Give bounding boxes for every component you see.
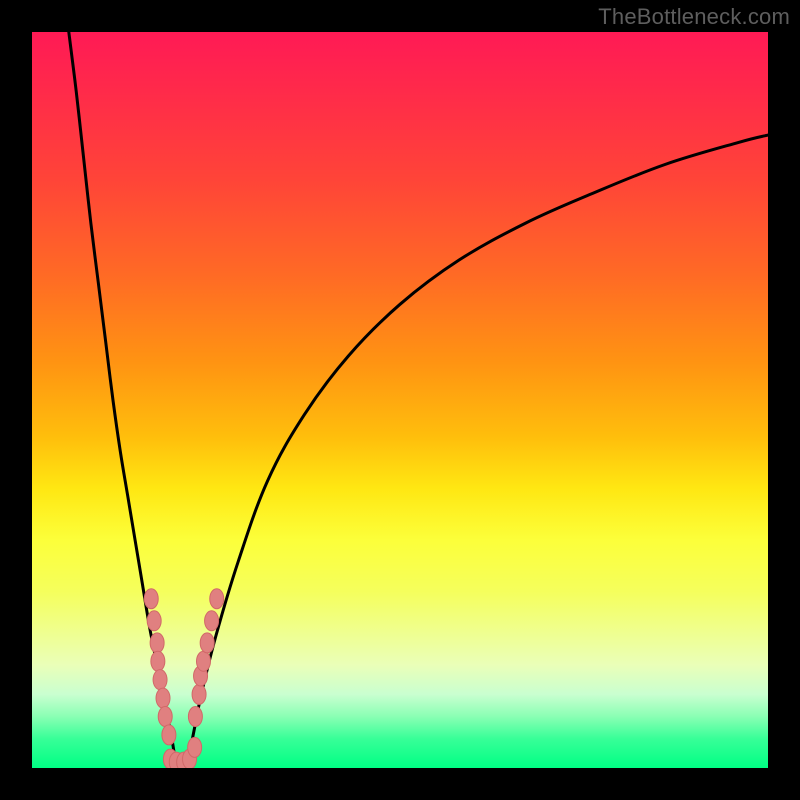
marker-right-cluster (188, 706, 202, 726)
marker-left-cluster (144, 589, 158, 609)
marker-valley-floor (188, 737, 202, 757)
chart-svg (32, 32, 768, 768)
marker-left-cluster (147, 611, 161, 631)
marker-left-cluster (162, 725, 176, 745)
marker-right-cluster (210, 589, 224, 609)
marker-left-cluster (156, 688, 170, 708)
watermark-label: TheBottleneck.com (598, 4, 790, 30)
marker-left-cluster (151, 651, 165, 671)
marker-left-cluster (153, 670, 167, 690)
marker-right-cluster (200, 633, 214, 653)
curve-group (69, 32, 768, 768)
markers-group (144, 589, 224, 768)
marker-left-cluster (158, 706, 172, 726)
marker-left-cluster (150, 633, 164, 653)
chart-frame: TheBottleneck.com (0, 0, 800, 800)
marker-right-cluster (192, 684, 206, 704)
marker-right-cluster (205, 611, 219, 631)
curve-right-branch (187, 135, 768, 768)
plot-area (32, 32, 768, 768)
marker-right-cluster (196, 651, 210, 671)
